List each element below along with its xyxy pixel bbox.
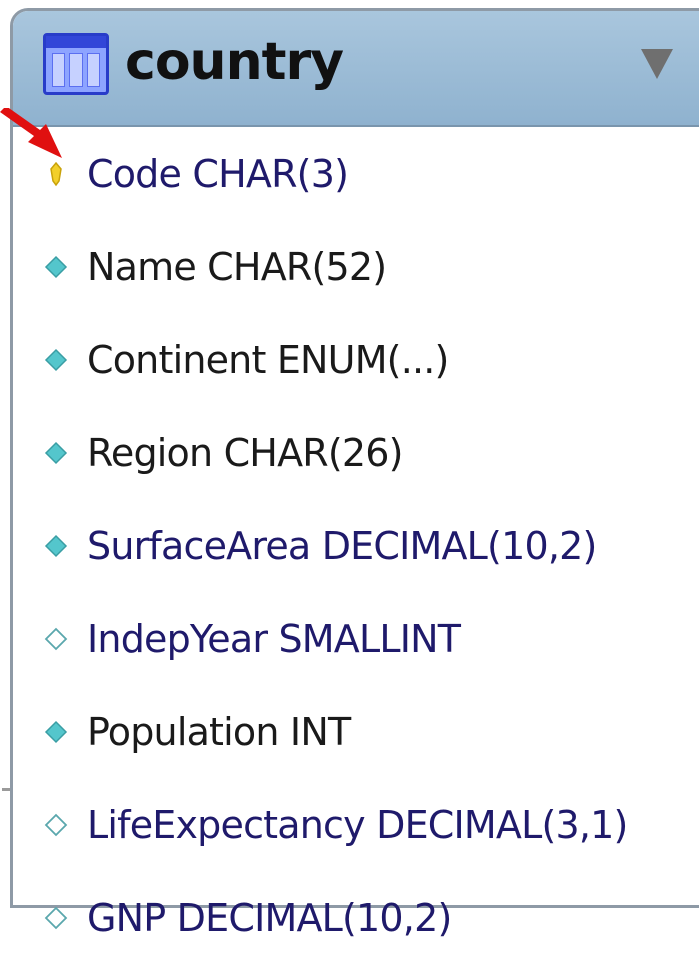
- column-label: IndepYear SMALLINT: [87, 616, 461, 661]
- table-name: country: [125, 32, 344, 92]
- not-null-column-icon: [43, 440, 69, 466]
- collapse-triangle-icon[interactable]: [641, 49, 673, 79]
- column-row-surfacearea[interactable]: SurfaceArea DECIMAL(10,2): [13, 499, 699, 592]
- column-row-code[interactable]: Code CHAR(3): [13, 127, 699, 220]
- annotation-arrow-icon: [0, 108, 62, 158]
- column-row-lifeexpectancy[interactable]: LifeExpectancy DECIMAL(3,1): [13, 778, 699, 871]
- not-null-column-icon: [43, 533, 69, 559]
- not-null-column-icon: [43, 347, 69, 373]
- column-label: Region CHAR(26): [87, 430, 403, 475]
- not-null-column-icon: [43, 719, 69, 745]
- column-label: SurfaceArea DECIMAL(10,2): [87, 523, 597, 568]
- column-row-region[interactable]: Region CHAR(26): [13, 406, 699, 499]
- column-row-continent[interactable]: Continent ENUM(...): [13, 313, 699, 406]
- not-null-column-icon: [43, 254, 69, 280]
- column-row-gnp[interactable]: GNP DECIMAL(10,2): [13, 871, 699, 964]
- relationship-connector: [2, 788, 10, 791]
- column-label: GNP DECIMAL(10,2): [87, 895, 452, 940]
- column-label: Name CHAR(52): [87, 244, 387, 289]
- column-row-population[interactable]: Population INT: [13, 685, 699, 778]
- column-row-indepyear[interactable]: IndepYear SMALLINT: [13, 592, 699, 685]
- nullable-column-icon: [43, 626, 69, 652]
- table-header[interactable]: country: [13, 11, 699, 127]
- column-list: Code CHAR(3) Name CHAR(52) Continent ENU…: [13, 127, 699, 964]
- table-icon: [43, 33, 109, 95]
- column-label: LifeExpectancy DECIMAL(3,1): [87, 802, 628, 847]
- er-table-country[interactable]: country Code CHAR(3) Name CHAR(52) Conti…: [10, 8, 699, 940]
- column-row-name[interactable]: Name CHAR(52): [13, 220, 699, 313]
- column-label: Continent ENUM(...): [87, 337, 449, 382]
- nullable-column-icon: [43, 905, 69, 931]
- column-label: Code CHAR(3): [87, 151, 349, 196]
- nullable-column-icon: [43, 812, 69, 838]
- column-label: Population INT: [87, 709, 351, 754]
